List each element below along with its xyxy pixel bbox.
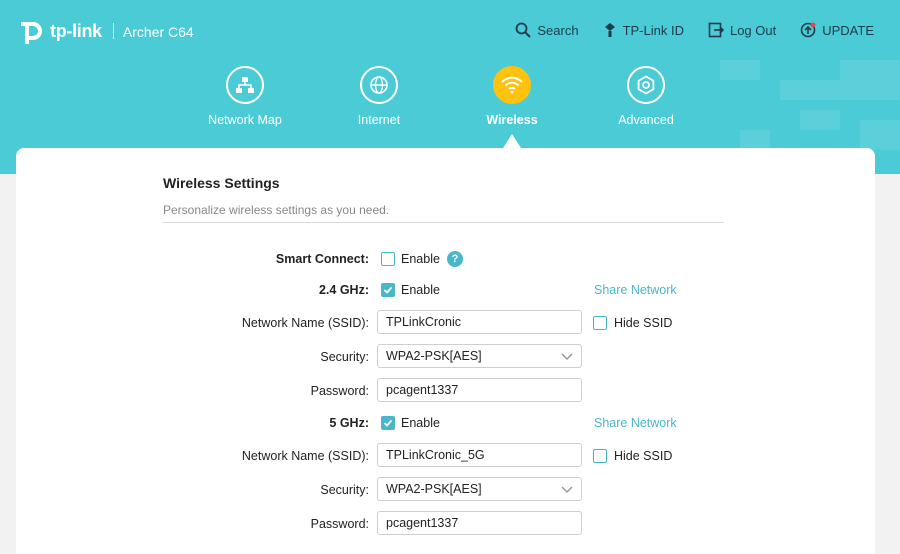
tab-wireless-label: Wireless (486, 113, 538, 127)
smart-connect-checkbox[interactable] (381, 252, 395, 266)
band24-security-value: WPA2-PSK[AES] (386, 349, 482, 363)
band5-hide-ssid-checkbox[interactable] (593, 449, 607, 463)
band5-security-select[interactable]: WPA2-PSK[AES] (377, 477, 582, 501)
update-icon (800, 22, 816, 38)
brand-logo: tp-link Archer C64 (17, 16, 194, 46)
check-icon (383, 419, 393, 427)
band5-enable-checkbox[interactable] (381, 416, 395, 430)
help-icon[interactable]: ? (447, 251, 463, 267)
tab-wireless[interactable]: Wireless (452, 66, 572, 127)
band24-enable-label: Enable (401, 283, 440, 297)
tplink-id-icon (604, 23, 615, 37)
band5-security-label: Security: (320, 483, 369, 497)
section-divider (163, 222, 724, 223)
band5-ssid-input[interactable] (377, 443, 582, 467)
search-link[interactable]: Search (515, 22, 579, 38)
wifi-icon (493, 66, 531, 104)
active-tab-pointer (503, 134, 521, 148)
section-description: Personalize wireless settings as you nee… (163, 203, 390, 217)
band24-security-select[interactable]: WPA2-PSK[AES] (377, 344, 582, 368)
band24-security-label: Security: (320, 350, 369, 364)
globe-icon (360, 66, 398, 104)
logout-label: Log Out (729, 22, 777, 38)
band24-enable-checkbox[interactable] (381, 283, 395, 297)
logout-link[interactable]: Log Out (708, 22, 776, 38)
chevron-down-icon (561, 486, 573, 494)
band24-hide-ssid-label: Hide SSID (614, 316, 673, 330)
band5-password-input[interactable] (377, 511, 582, 535)
gear-icon (627, 66, 665, 104)
logo-divider (112, 23, 114, 39)
smart-connect-enable-label: Enable (401, 252, 440, 266)
tab-advanced[interactable]: Advanced (586, 66, 706, 127)
content-card: Wireless Settings Personalize wireless s… (16, 148, 875, 554)
brand-name: tp-link (50, 20, 102, 41)
update-link[interactable]: UPDATE (800, 22, 874, 38)
tplink-id-label: TP-Link ID (622, 22, 684, 38)
band24-label: 2.4 GHz: (318, 283, 369, 297)
band24-hide-ssid-checkbox[interactable] (593, 316, 607, 330)
band24-ssid-label: Network Name (SSID): (241, 316, 369, 330)
tab-advanced-label: Advanced (618, 113, 674, 127)
band5-hide-ssid-label: Hide SSID (614, 449, 673, 463)
band24-password-input[interactable] (377, 378, 582, 402)
search-icon (515, 22, 532, 38)
band5-password-label: Password: (310, 517, 369, 531)
band5-share-network-link[interactable]: Share Network (594, 416, 677, 430)
band5-label: 5 GHz: (329, 416, 369, 430)
logout-icon (708, 22, 724, 38)
tab-network-map-label: Network Map (208, 113, 282, 127)
tplink-id-link[interactable]: TP-Link ID (603, 22, 684, 38)
network-map-icon (226, 66, 264, 104)
model-name: Archer C64 (122, 24, 194, 40)
band5-ssid-label: Network Name (SSID): (241, 449, 369, 463)
chevron-down-icon (561, 353, 573, 361)
smart-connect-label: Smart Connect: (275, 252, 369, 266)
band24-password-label: Password: (310, 384, 369, 398)
tplink-logo-icon (17, 16, 47, 46)
band5-enable-label: Enable (401, 416, 440, 430)
section-title: Wireless Settings (163, 175, 280, 191)
band24-ssid-input[interactable] (377, 310, 582, 334)
tab-internet-label: Internet (357, 113, 401, 127)
band5-security-value: WPA2-PSK[AES] (386, 482, 482, 496)
tab-network-map[interactable]: Network Map (185, 66, 305, 127)
tab-internet[interactable]: Internet (319, 66, 439, 127)
search-link-label: Search (537, 22, 579, 38)
band24-share-network-link[interactable]: Share Network (594, 283, 677, 297)
main-nav: Network Map Internet Wireless Advanced (0, 66, 900, 146)
update-label: UPDATE (822, 22, 874, 38)
check-icon (383, 286, 393, 294)
top-links: Search TP-Link ID Log Out UPDATE (491, 22, 874, 38)
